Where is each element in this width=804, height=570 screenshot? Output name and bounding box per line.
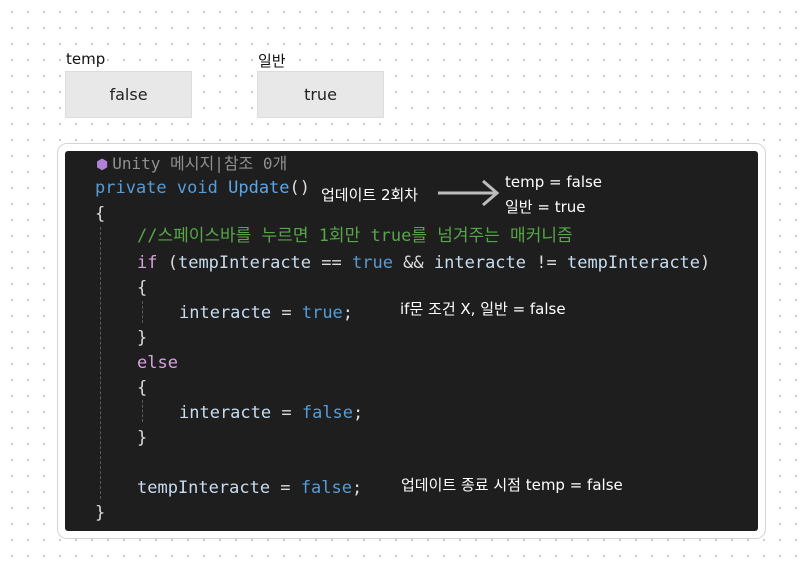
code-line-comment[interactable]: //스페이스바를 누르면 1회만 true를 넘겨주는 매커니즘 — [137, 226, 573, 246]
normal-value-box: true — [257, 71, 384, 118]
code-line-brace-open[interactable]: { — [95, 204, 105, 224]
normal-label: 일반 — [258, 52, 286, 70]
code-line-assign-false[interactable]: interacte = false; — [179, 403, 363, 423]
temp-value-box: false — [65, 71, 192, 118]
indent-guide — [100, 227, 101, 499]
code-line-if-brace-close[interactable]: } — [137, 328, 147, 348]
indent-guide — [142, 400, 143, 422]
temp-label: temp — [66, 50, 106, 68]
codelens[interactable]: ⬢ Unity 메시지|참조 0개 — [96, 154, 287, 175]
annotation-result-normal: 일반 = true — [505, 198, 586, 216]
code-line-assign-true[interactable]: interacte = true; — [179, 303, 353, 323]
annotation-if-condition: if문 조건 X, 일반 = false — [400, 300, 566, 318]
code-line-else-brace-close[interactable]: } — [137, 428, 147, 448]
code-line-if-brace-open[interactable]: { — [137, 278, 147, 298]
annotation-update-second: 업데이트 2회차 — [321, 186, 419, 204]
arrow-right-icon — [438, 179, 500, 207]
annotation-result-temp: temp = false — [505, 173, 603, 191]
code-line-brace-close[interactable]: } — [95, 503, 105, 523]
unity-cube-icon: ⬢ — [96, 157, 109, 173]
indent-guide — [142, 301, 143, 323]
code-line-if[interactable]: if (tempInteracte == true && interacte !… — [137, 253, 710, 273]
code-line-temp-assign[interactable]: tempInteracte = false; — [137, 478, 362, 498]
code-line-signature[interactable]: private void Update() — [95, 178, 310, 198]
code-line-else-brace-open[interactable]: { — [137, 378, 147, 398]
code-line-else[interactable]: else — [137, 353, 178, 373]
code-editor: ⬢ Unity 메시지|참조 0개 private void Update() {… — [65, 151, 758, 531]
annotation-update-end: 업데이트 종료 시점 temp = false — [401, 476, 623, 494]
